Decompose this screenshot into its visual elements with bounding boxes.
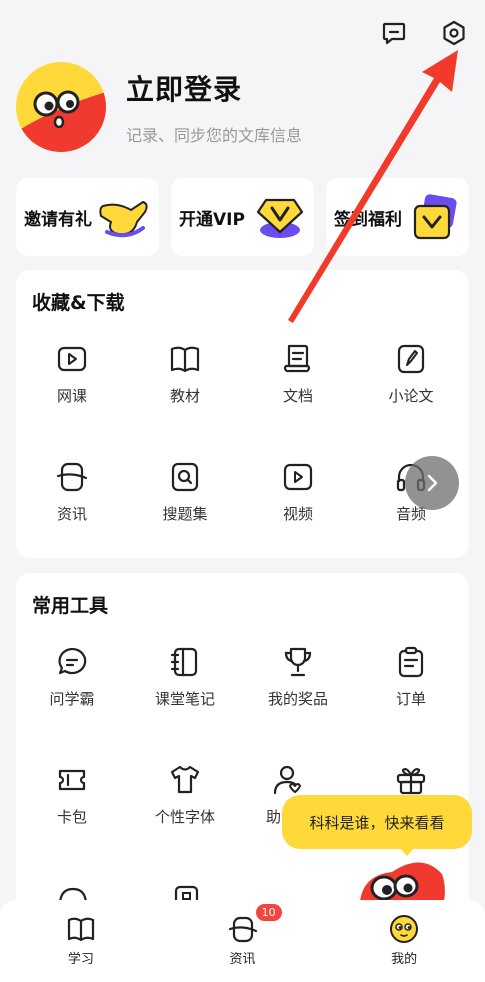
chat-bubble-icon [58,647,87,675]
checkin-label: 签到福利 [334,209,402,230]
favorites-title: 收藏&下载 [32,292,125,314]
grid-item-label: 教材 [169,387,200,405]
vip-badge-icon [256,198,304,238]
settings-icon[interactable] [439,18,469,48]
grid-item-question-search[interactable]: 搜题集 [129,460,241,524]
grid-item-essay[interactable]: 小论文 [355,342,467,406]
grid-item-label: 小论文 [388,387,434,405]
grid-item-label: 卡包 [56,808,87,826]
gift-icon [396,768,426,795]
grid-item-video[interactable]: 视频 [242,460,354,524]
login-title[interactable]: 立即登录 [126,68,302,108]
tools-title: 常用工具 [32,595,109,617]
favorites-section: 收藏&下载 网课 教材 文档 小论文 资讯 搜题集 视频 音频 [16,270,469,558]
video-icon [283,463,313,491]
trophy-icon [284,647,312,677]
bubble-tail [398,846,416,856]
profile-header[interactable]: 立即登录 记录、同步您的文库信息 [16,62,302,152]
grid-item-label: 搜题集 [162,505,208,523]
pen-note-icon [397,344,425,374]
grid-item-label: 文档 [282,387,313,405]
grid-item-custom-font[interactable]: 个性字体 [129,763,241,827]
grid-item-label: 资讯 [56,505,87,523]
avatar[interactable] [16,62,106,152]
ticket-icon [58,769,86,791]
grid-item-online-course[interactable]: 网课 [16,342,128,406]
grid-item-class-notes[interactable]: 课堂笔记 [129,645,241,709]
tab-news[interactable]: 10 资讯 [162,900,324,982]
promo-bubble[interactable]: 科科是谁，快来看看 [282,795,472,849]
vip-label: 开通VIP [179,209,245,230]
grid-item-label: 视频 [282,505,313,523]
quick-actions: 邀请有礼 开通VIP 签到福利 [16,178,469,256]
tab-study[interactable]: 学习 [0,900,162,982]
login-subtitle: 记录、同步您的文库信息 [126,126,303,145]
coupon-icon [413,194,457,240]
invite-label: 邀请有礼 [24,209,92,230]
news-icon [56,462,88,492]
top-icons [379,18,469,48]
invite-card[interactable]: 邀请有礼 [16,178,159,256]
grid-item-card-wallet[interactable]: 卡包 [16,763,128,827]
vip-card[interactable]: 开通VIP [171,178,314,256]
grid-item-label: 订单 [395,690,426,708]
tab-label: 学习 [67,952,94,967]
grid-item-document[interactable]: 文档 [242,342,354,406]
grid-item-label: 问学霸 [49,690,95,708]
grid-item-textbook[interactable]: 教材 [129,342,241,406]
profile-face-icon [390,915,419,943]
study-book-icon [67,917,94,942]
grid-item-label: 个性字体 [154,808,215,826]
grid-item-news[interactable]: 资讯 [16,460,128,524]
grid-item-orders[interactable]: 订单 [355,645,467,709]
clipboard-icon [398,646,424,678]
news-tab-icon [228,916,257,943]
book-icon [170,346,200,373]
user-helper-icon [273,765,301,795]
notebook-icon [170,647,198,677]
tab-label: 资讯 [229,952,256,967]
tshirt-icon [170,765,200,794]
grid-item-ask-expert[interactable]: 问学霸 [16,645,128,709]
waving-hand-icon [99,200,148,238]
grid-item-label: 音频 [395,505,426,523]
grid-item-my-prizes[interactable]: 我的奖品 [242,645,354,709]
grid-item-label: 网课 [56,387,87,405]
message-icon[interactable] [379,18,409,48]
checkin-card[interactable]: 签到福利 [326,178,469,256]
tab-mine[interactable]: 我的 [323,900,485,982]
video-course-icon [57,346,87,372]
chevron-right-icon [427,474,438,492]
document-icon [284,344,310,373]
next-page-button[interactable] [405,456,459,510]
grid-item-label: 课堂笔记 [154,690,215,708]
unread-badge: 10 [255,904,282,921]
tab-label: 我的 [391,952,418,967]
grid-item-label: 我的奖品 [267,690,328,708]
search-question-icon [171,462,199,492]
bottom-tab-bar: 学习 10 资讯 我的 [0,900,485,982]
